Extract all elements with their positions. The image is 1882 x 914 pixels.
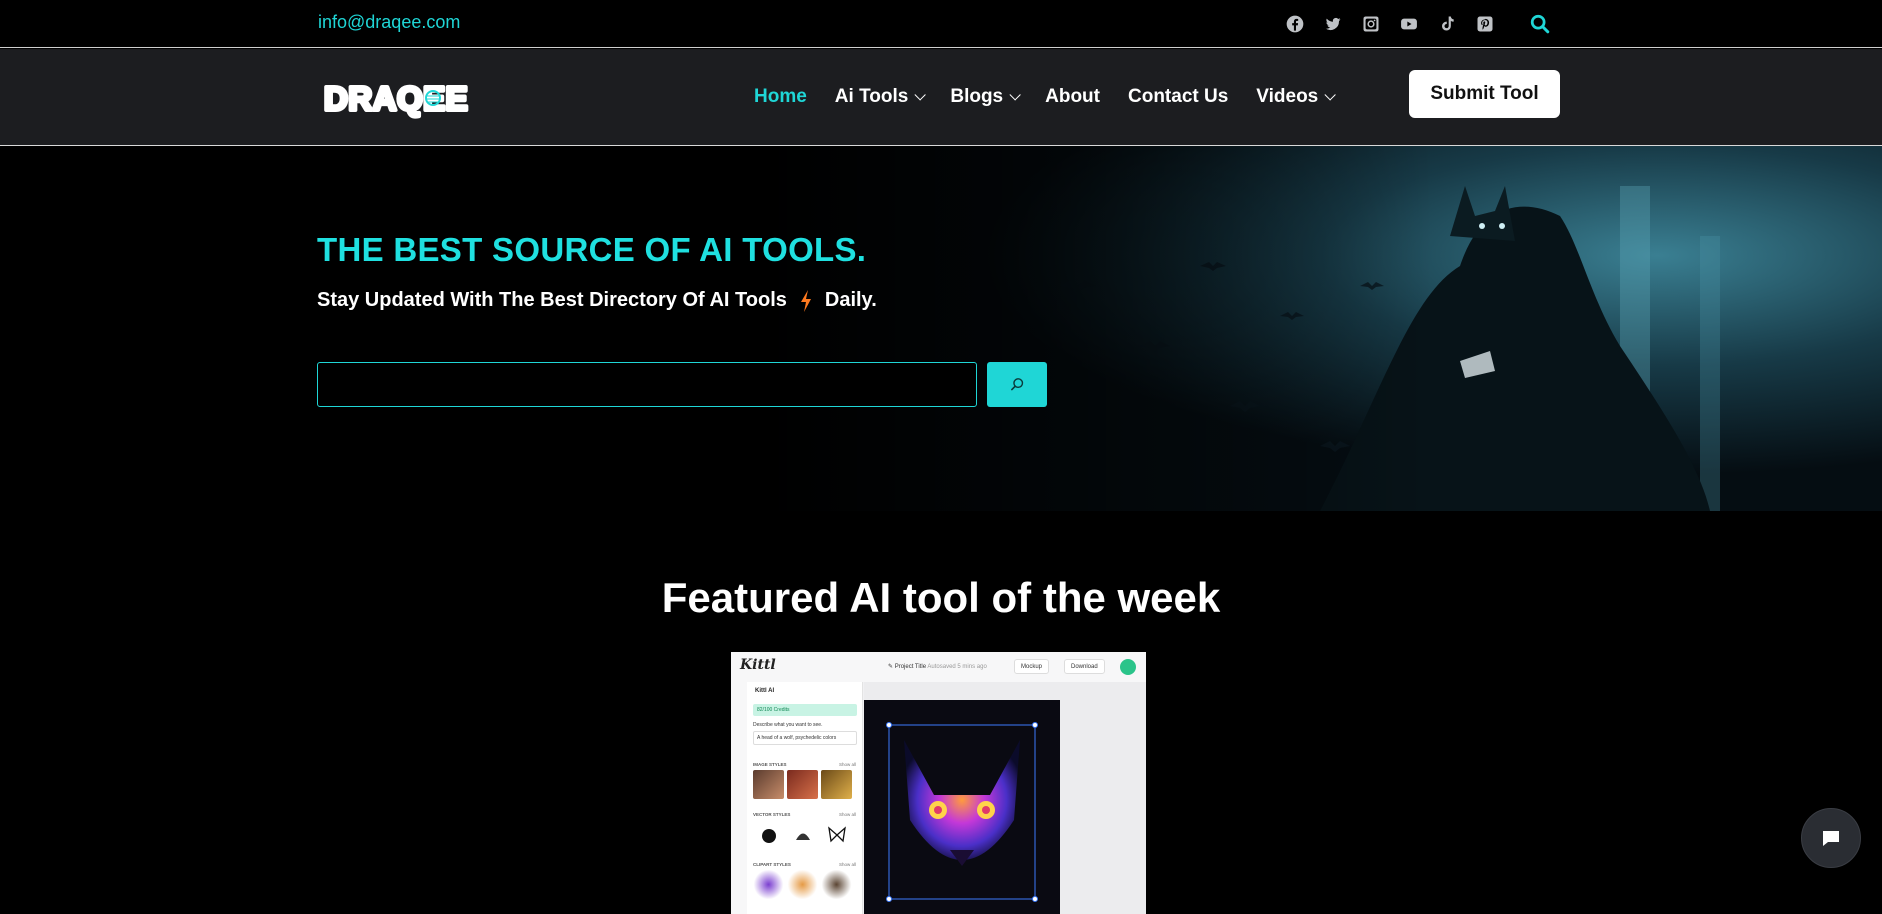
style-thumb bbox=[753, 870, 784, 899]
submit-tool-button[interactable]: Submit Tool bbox=[1409, 70, 1560, 118]
style-thumb bbox=[821, 770, 852, 799]
screenshot-brand: Kittl bbox=[740, 657, 776, 673]
search-icon bbox=[1010, 378, 1023, 391]
describe-label: Describe what you want to see. bbox=[753, 722, 823, 728]
style-thumb bbox=[753, 770, 784, 799]
nav-item-about[interactable]: About bbox=[1031, 83, 1114, 111]
chat-widget-button[interactable] bbox=[1801, 808, 1861, 868]
svg-text:DRAQEE: DRAQEE bbox=[324, 80, 468, 117]
hero-subtitle-text: Stay Updated With The Best Directory Of … bbox=[317, 289, 787, 311]
featured-tool-screenshot[interactable]: Kittl ✎ Project Title Autosaved 5 mins a… bbox=[731, 652, 1146, 914]
nav-label: Ai Tools bbox=[834, 86, 909, 107]
screenshot-avatar bbox=[1120, 659, 1136, 675]
credits-badge: 82/100 Credits bbox=[753, 704, 857, 716]
chevron-down-icon bbox=[1324, 89, 1337, 101]
primary-nav: Home Ai Tools Blogs About Contact Us Vid… bbox=[740, 83, 1346, 111]
chevron-down-icon bbox=[1009, 89, 1021, 101]
nav-label: Blogs bbox=[950, 86, 1004, 107]
prompt-field: A head of a wolf, psychedelic colors bbox=[753, 731, 857, 745]
show-all-link: Show all bbox=[838, 862, 856, 867]
nav-item-videos[interactable]: Videos bbox=[1242, 83, 1346, 111]
show-all-link: Show all bbox=[838, 762, 856, 767]
nav-item-blogs[interactable]: Blogs bbox=[936, 83, 1031, 111]
main-header: DRAQEE DRAQEE Home Ai Tools Blogs About … bbox=[0, 49, 1882, 146]
hero-subtitle: Stay Updated With The Best Directory Of … bbox=[317, 289, 877, 312]
nav-label: Videos bbox=[1256, 86, 1319, 107]
search-icon[interactable] bbox=[1527, 12, 1553, 36]
section-clipart-styles: CLIPART STYLES bbox=[753, 862, 791, 867]
tool-search-input[interactable] bbox=[317, 362, 977, 407]
facebook-icon[interactable] bbox=[1282, 12, 1307, 36]
screenshot-project-title: ✎ Project Title Autosaved 5 mins ago bbox=[888, 664, 987, 670]
clipart-style-thumbs bbox=[753, 870, 852, 899]
style-thumb bbox=[753, 820, 784, 849]
screenshot-download-pill: Download bbox=[1064, 659, 1105, 674]
social-links bbox=[1282, 12, 1497, 36]
section-vector-styles: VECTOR STYLES bbox=[753, 812, 791, 817]
wolf-artwork bbox=[864, 700, 1060, 914]
style-thumb bbox=[787, 820, 818, 849]
style-thumb bbox=[787, 770, 818, 799]
project-title-text: Project Title bbox=[894, 664, 927, 670]
pinterest-icon[interactable] bbox=[1472, 12, 1497, 36]
twitter-icon[interactable] bbox=[1320, 12, 1345, 36]
screenshot-tool-rail bbox=[731, 682, 747, 914]
hero-title: THE BEST SOURCE OF AI TOOLS. bbox=[317, 231, 867, 268]
autosaved-text: Autosaved 5 mins ago bbox=[927, 664, 987, 670]
tiktok-icon[interactable] bbox=[1434, 12, 1459, 36]
nav-item-contact-us[interactable]: Contact Us bbox=[1114, 83, 1242, 111]
show-all-link: Show all bbox=[838, 812, 856, 817]
hero-subtitle-end: Daily. bbox=[824, 289, 877, 311]
vector-style-thumbs bbox=[753, 820, 852, 849]
top-bar: info@draqee.com bbox=[0, 0, 1882, 48]
nav-label: Contact Us bbox=[1128, 86, 1229, 107]
featured-section-title: Featured AI tool of the week bbox=[661, 574, 1221, 621]
style-thumb bbox=[821, 870, 852, 899]
screenshot-ai-panel: Kittl AI 82/100 Credits Describe what yo… bbox=[747, 682, 863, 914]
hero-background-image bbox=[760, 146, 1882, 511]
screenshot-artboard bbox=[864, 700, 1060, 914]
style-thumb bbox=[821, 820, 852, 849]
contact-email-link[interactable]: info@draqee.com bbox=[318, 12, 460, 33]
section-image-styles: IMAGE STYLES bbox=[753, 762, 787, 767]
instagram-icon[interactable] bbox=[1358, 12, 1383, 36]
tool-search-button[interactable] bbox=[987, 362, 1047, 407]
lightning-icon bbox=[800, 289, 811, 312]
hero-section: THE BEST SOURCE OF AI TOOLS. Stay Update… bbox=[0, 146, 1882, 511]
chat-icon bbox=[1823, 831, 1839, 846]
chevron-down-icon bbox=[914, 89, 927, 101]
screenshot-mockup-pill: Mockup bbox=[1014, 659, 1050, 674]
youtube-icon[interactable] bbox=[1396, 12, 1421, 36]
site-logo[interactable]: DRAQEE DRAQEE bbox=[322, 76, 514, 120]
nav-item-home[interactable]: Home bbox=[740, 83, 821, 111]
image-style-thumbs bbox=[753, 770, 852, 799]
nav-label: About bbox=[1045, 86, 1100, 107]
nav-label: Home bbox=[754, 86, 807, 107]
style-thumb bbox=[787, 870, 818, 899]
nav-item-ai-tools[interactable]: Ai Tools bbox=[821, 83, 937, 111]
panel-title: Kittl AI bbox=[755, 688, 775, 694]
